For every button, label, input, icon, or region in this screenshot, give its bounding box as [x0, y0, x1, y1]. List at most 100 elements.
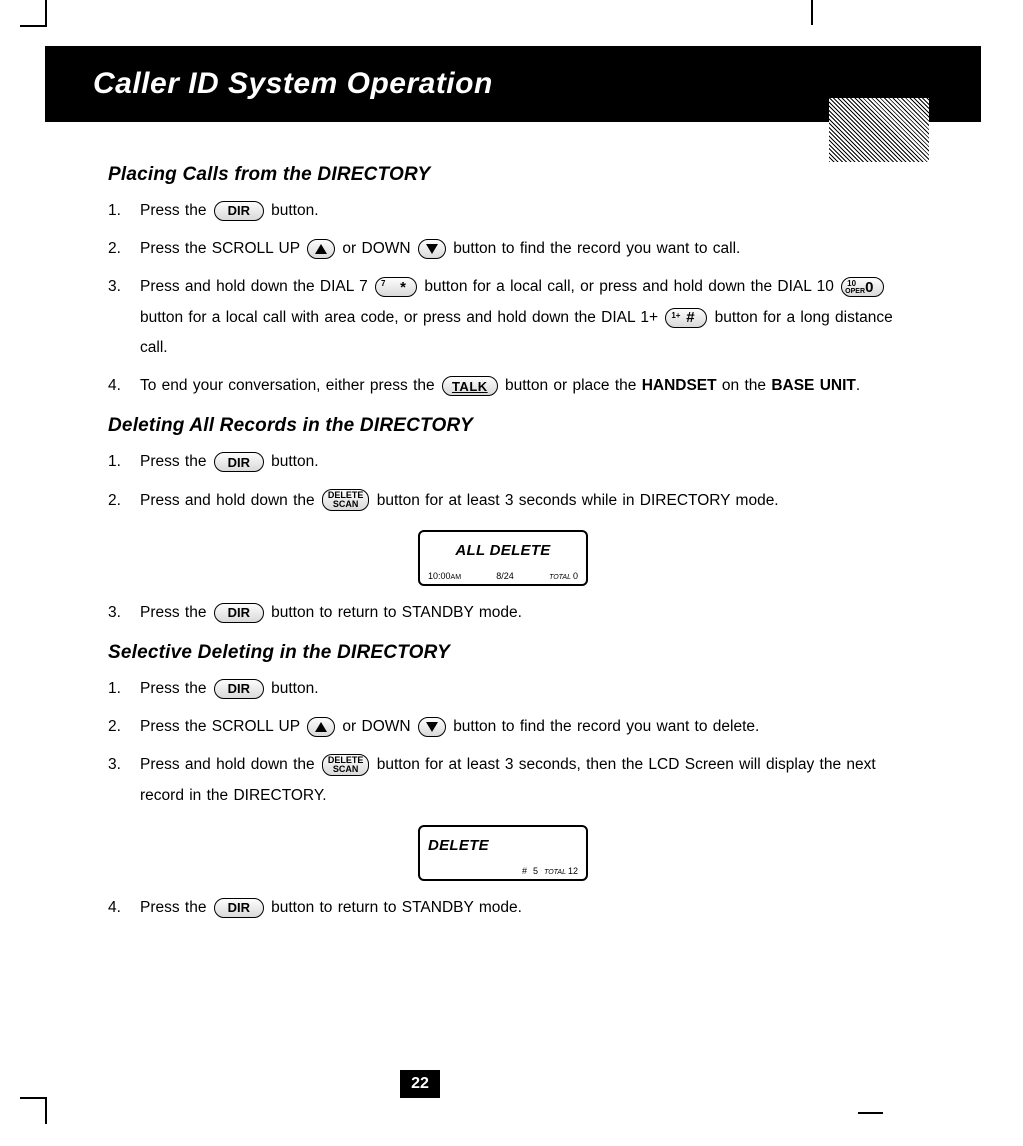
triangle-down-icon: [426, 722, 438, 732]
text: Press the: [140, 453, 212, 470]
button-superscript: 1+: [671, 312, 680, 320]
button-label: DIR: [228, 682, 250, 695]
step-number: 4.: [108, 893, 140, 923]
section-heading: Placing Calls from the DIRECTORY: [108, 164, 898, 186]
step-text: Press the DIR button.: [140, 674, 898, 704]
triangle-up-icon: [315, 722, 327, 732]
text: 0: [573, 571, 578, 581]
button-superscript: 7: [381, 280, 385, 288]
step-number: 1.: [108, 674, 140, 704]
text: or DOWN: [342, 240, 415, 257]
button-label: #: [686, 310, 694, 325]
bold-text: BASE UNIT: [771, 377, 856, 394]
text: Press and hold down the: [140, 492, 320, 509]
list-item: 3. Press the DIR button to return to STA…: [108, 598, 898, 628]
text: TOTAL: [549, 574, 571, 581]
button-label: SCAN: [333, 500, 359, 509]
button-label: *: [400, 280, 406, 295]
button-superscript: 10: [847, 280, 856, 288]
text: button.: [271, 680, 318, 697]
button-label: 0: [865, 280, 873, 295]
list-item: 1. Press the DIR button.: [108, 447, 898, 477]
text: 12: [568, 866, 578, 876]
lcd-main-text: DELETE: [428, 837, 578, 854]
text: button to return to STANDBY mode.: [271, 604, 522, 621]
dir-button: DIR: [214, 603, 264, 623]
text: Press the: [140, 604, 212, 621]
dir-button: DIR: [214, 898, 264, 918]
text: Press the: [140, 202, 212, 219]
page-header: Caller ID System Operation: [45, 46, 981, 122]
lcd-screen: ALL DELETE 10:00AM 8/24 TOTAL0: [418, 530, 588, 586]
talk-button: TALK: [442, 376, 498, 396]
dir-button: DIR: [214, 679, 264, 699]
lcd-total: TOTAL12: [544, 866, 578, 876]
step-text: Press the DIR button to return to STANDB…: [140, 893, 898, 923]
delete-scan-button: DELETE SCAN: [322, 754, 370, 776]
text: AM: [451, 574, 462, 581]
step-number: 3.: [108, 598, 140, 628]
dial-1plus-button: 1+ #: [665, 308, 707, 328]
text: 10:00: [428, 571, 451, 581]
text: button to find the record you want to de…: [453, 718, 759, 735]
scroll-up-button: [307, 239, 335, 259]
lcd-screen: DELETE # 5 TOTAL12: [418, 825, 588, 881]
scroll-down-button: [418, 239, 446, 259]
step-number: 3.: [108, 750, 140, 810]
lcd-statusbar: 10:00AM 8/24 TOTAL0: [428, 571, 578, 581]
scroll-up-button: [307, 717, 335, 737]
dir-button: DIR: [214, 452, 264, 472]
text: button.: [271, 453, 318, 470]
lcd-date: 8/24: [496, 571, 514, 581]
text: or DOWN: [342, 718, 415, 735]
list-item: 2. Press the SCROLL UP or DOWN button to…: [108, 234, 898, 264]
text: Press the: [140, 899, 212, 916]
step-text: Press the DIR button.: [140, 447, 898, 477]
step-list: 1. Press the DIR button. 2. Press the SC…: [108, 196, 898, 401]
step-text: Press and hold down the DELETE SCAN butt…: [140, 486, 898, 516]
lcd-total: TOTAL0: [549, 571, 578, 581]
list-item: 1. Press the DIR button.: [108, 674, 898, 704]
lcd-statusbar: # 5 TOTAL12: [428, 866, 578, 876]
list-item: 2. Press and hold down the DELETE SCAN b…: [108, 486, 898, 516]
text: on the: [722, 377, 771, 394]
list-item: 4. Press the DIR button to return to STA…: [108, 893, 898, 923]
bold-text: HANDSET: [642, 377, 717, 394]
delete-scan-button: DELETE SCAN: [322, 489, 370, 511]
text: button.: [271, 202, 318, 219]
dial-10-button: 10 OPER 0: [841, 277, 883, 297]
crop-mark: [858, 1112, 883, 1114]
button-label: TALK: [452, 380, 488, 393]
page-content: Placing Calls from the DIRECTORY 1. Pres…: [108, 150, 898, 937]
text: Press the SCROLL UP: [140, 240, 305, 257]
step-number: 4.: [108, 371, 140, 401]
step-list: 4. Press the DIR button to return to STA…: [108, 893, 898, 923]
button-label: DIR: [228, 456, 250, 469]
text: Press the: [140, 680, 212, 697]
list-item: 2. Press the SCROLL UP or DOWN button to…: [108, 712, 898, 742]
dial-7-button: 7 *: [375, 277, 417, 297]
step-text: Press the SCROLL UP or DOWN button to fi…: [140, 712, 898, 742]
dir-button: DIR: [214, 201, 264, 221]
text: button for a local call, or press and ho…: [424, 278, 839, 295]
button-label: DIR: [228, 204, 250, 217]
step-list: 1. Press the DIR button. 2. Press the SC…: [108, 674, 898, 811]
list-item: 3. Press and hold down the DELETE SCAN b…: [108, 750, 898, 810]
step-number: 1.: [108, 447, 140, 477]
step-number: 1.: [108, 196, 140, 226]
button-label: SCAN: [333, 765, 359, 774]
lcd-main-text: ALL DELETE: [428, 542, 578, 559]
step-list: 3. Press the DIR button to return to STA…: [108, 598, 898, 628]
step-text: To end your conversation, either press t…: [140, 371, 898, 401]
text: 5: [533, 866, 538, 876]
list-item: 4. To end your conversation, either pres…: [108, 371, 898, 401]
step-number: 2.: [108, 486, 140, 516]
page-title: Caller ID System Operation: [93, 67, 493, 101]
text: .: [856, 377, 860, 394]
step-text: Press and hold down the DIAL 7 7 * butto…: [140, 272, 898, 363]
button-label: DIR: [228, 901, 250, 914]
step-list: 1. Press the DIR button. 2. Press and ho…: [108, 447, 898, 515]
step-number: 3.: [108, 272, 140, 363]
section-heading: Selective Deleting in the DIRECTORY: [108, 642, 898, 664]
text: button to return to STANDBY mode.: [271, 899, 522, 916]
